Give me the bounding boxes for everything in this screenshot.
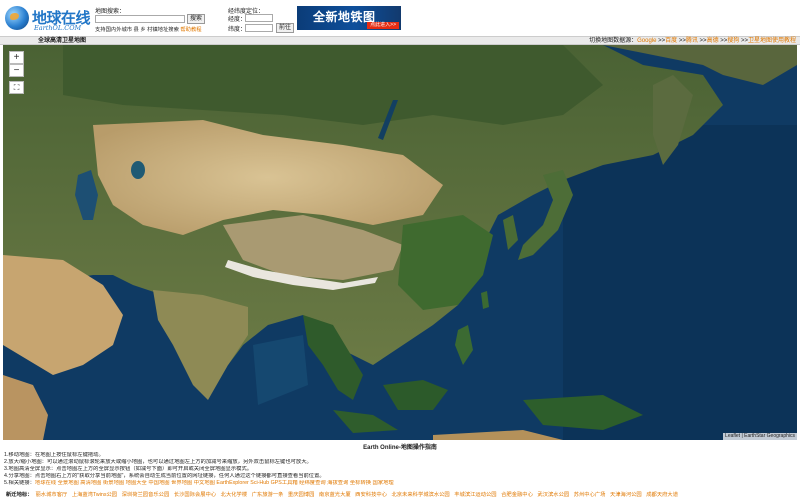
banner-cta[interactable]: 点此进入>> — [367, 22, 399, 29]
landmark-link[interactable]: 北京未来科学城滨水公园 — [391, 492, 449, 498]
source-google[interactable]: Google — [637, 38, 656, 44]
related-link[interactable]: 街景地图 — [103, 480, 124, 486]
landmark-link[interactable]: 苏州中心广场 — [574, 492, 606, 498]
lng-input[interactable] — [245, 14, 273, 22]
related-link[interactable]: Sci-Hub — [250, 480, 269, 486]
landmark-link[interactable]: 合肥金融中心 — [501, 492, 533, 498]
header: 地球在线 EarthOL.COM 地图搜索： 搜索 支持国内外城市 县 乡 村镇… — [0, 0, 800, 34]
related-link[interactable]: 地球在线 — [35, 480, 56, 486]
landmark-link[interactable]: 深圳荷兰园音乐公园 — [122, 492, 170, 498]
landmark-link[interactable]: 广东旅游一条 — [252, 492, 284, 498]
landmark-link[interactable]: 南京蓝光大厦 — [319, 492, 351, 498]
landmark-link[interactable]: 重庆园博园 — [288, 492, 315, 498]
satellite-imagery — [3, 45, 797, 440]
source-sogou[interactable]: 搜狗 — [727, 38, 739, 44]
related-link[interactable]: 海拔查询 — [327, 480, 348, 486]
related-link[interactable]: 地图大全 — [126, 480, 147, 486]
site-logo[interactable]: 地球在线 EarthOL.COM — [5, 6, 97, 32]
related-link[interactable]: 高清地图 — [80, 480, 101, 486]
lat-label: 纬度： — [228, 27, 247, 33]
landmark-link[interactable]: 北大化学楼 — [221, 492, 248, 498]
lng-label: 经度： — [228, 17, 247, 23]
landmark-link[interactable]: 丽水城市客厅 — [36, 492, 68, 498]
related-links-row: 5.相关链接：地球在线 全景地图 高清地图 街景地图 地图大全 中国地图 世界地… — [4, 480, 394, 486]
source-tencent[interactable]: 腾讯 — [686, 38, 698, 44]
goto-button[interactable]: 前往 — [276, 23, 294, 33]
landmark-link[interactable]: 长沙国际会展中心 — [174, 492, 216, 498]
zoom-out-button[interactable]: − — [9, 64, 24, 77]
coordinate-panel: 经纬度定位： 经度： 纬度： 前往 — [228, 6, 298, 34]
map-title: 全球高清卫星地图 — [38, 38, 87, 44]
zoom-in-button[interactable]: + — [9, 51, 24, 64]
lat-input[interactable] — [245, 24, 273, 32]
related-link[interactable]: 坐标转换 — [350, 480, 371, 486]
guide-title: Earth Online-地图操作指南 — [363, 445, 437, 451]
guide-line: 4.分享地图：点击地图右上方的"获取分享当前地图"，系统会自动生成当前位置的网址… — [4, 473, 325, 479]
related-link[interactable]: EarthExplorer — [216, 480, 248, 486]
banner-text: 全新地铁图 — [313, 10, 376, 24]
help-tutorial-link[interactable]: 帮助教程 — [180, 27, 201, 33]
search-input[interactable] — [95, 15, 185, 23]
related-link[interactable]: 中国地图 — [148, 480, 169, 486]
fullscreen-icon[interactable]: ⛶ — [9, 81, 24, 94]
guide-line: 3.地图高清全屏显示：点击地图左上方的全屏显示按钮（如减号下面）即可开启或关闭全… — [4, 466, 253, 472]
search-panel: 地图搜索： 搜索 支持国内外城市 县 乡 村镇地址搜索 帮助教程 — [95, 6, 215, 34]
related-link[interactable]: GPS工具箱 — [271, 480, 298, 486]
search-button[interactable]: 搜索 — [187, 14, 205, 24]
map-title-bar: 全球高清卫星地图 切换地图数据源：Google >>百度 >>腾讯 >>高德 >… — [0, 36, 800, 45]
landmark-link[interactable]: 成都天府大道 — [646, 492, 678, 498]
logo-subtitle: EarthOL.COM — [34, 24, 82, 32]
map-tutorial-link[interactable]: 卫星地图使用教程 — [748, 38, 796, 44]
guide-line: 2.放大/缩小地图：可以通过滚动鼠标滚轮来放大或缩小地图，也可以通过地图左上方的… — [4, 459, 312, 465]
source-baidu[interactable]: 百度 — [665, 38, 677, 44]
source-switcher: 切换地图数据源：Google >>百度 >>腾讯 >>高德 >>搜狗 >>卫星地… — [589, 38, 796, 44]
landmark-link[interactable]: 丰城滨江运动公园 — [454, 492, 496, 498]
landmark-link[interactable]: 武汉滨水公园 — [537, 492, 569, 498]
related-link[interactable]: 中文地图 — [194, 480, 215, 486]
landmark-link[interactable]: 上海蓝湾Twins公园 — [72, 492, 117, 498]
landmark-link[interactable]: 天津海河公园 — [610, 492, 642, 498]
related-link[interactable]: 国家地理 — [373, 480, 394, 486]
guide-line: 1.移动地图：在地图上按住鼠标左键拖动。 — [4, 452, 104, 458]
search-label: 地图搜索： — [95, 9, 126, 15]
operation-guide: 1.移动地图：在地图上按住鼠标左键拖动。 2.放大/缩小地图：可以通过滚动鼠标滚… — [4, 452, 784, 487]
landmark-link[interactable]: 西安科技中心 — [355, 492, 387, 498]
map-attribution: Leaflet | EarthStar Geographics — [723, 433, 797, 440]
source-gaode[interactable]: 高德 — [707, 38, 719, 44]
search-hint: 支持国内外城市 县 乡 村镇地址搜索 帮助教程 — [95, 27, 202, 33]
satellite-map[interactable]: + − ⛶ Leaflet | EarthStar Geographics — [3, 45, 797, 440]
landmarks-label: 新迁地标： — [6, 492, 33, 498]
subway-map-banner[interactable]: 全新地铁图 点此进入>> — [297, 6, 401, 30]
related-link[interactable]: 全景地图 — [58, 480, 79, 486]
new-landmarks: 新迁地标： 丽水城市客厅 上海蓝湾Twins公园 深圳荷兰园音乐公园 长沙国际会展… — [6, 490, 796, 498]
related-link[interactable]: 经纬度查询 — [299, 480, 326, 486]
related-link[interactable]: 世界地图 — [171, 480, 192, 486]
globe-icon — [5, 6, 29, 30]
